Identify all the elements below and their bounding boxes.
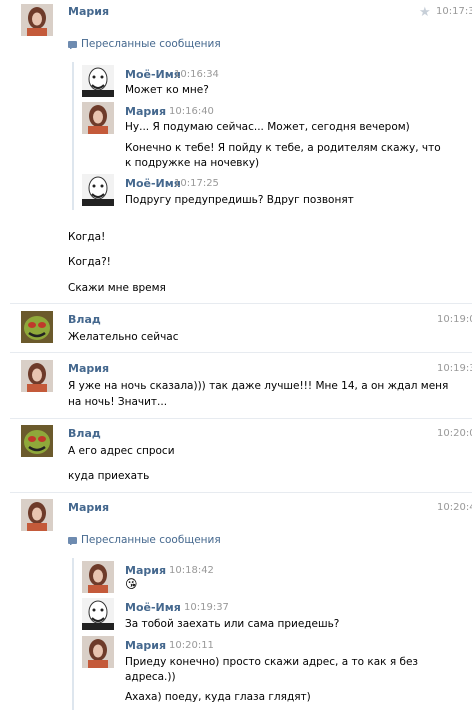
forwarded-time: 10:16:40 bbox=[169, 106, 214, 117]
forwarded-time: 10:19:37 bbox=[184, 602, 229, 613]
message-text: А его адрес спроси bbox=[68, 445, 175, 457]
avatar-vlad-image bbox=[21, 311, 53, 343]
forwarded-text: Подругу предупредишь? Вдруг позвонят bbox=[125, 194, 354, 206]
avatar-maria[interactable] bbox=[82, 102, 114, 134]
avatar-moe-imya-image bbox=[82, 598, 114, 630]
message-time[interactable]: 10:20:0 bbox=[437, 428, 472, 439]
message-author[interactable]: Влад bbox=[68, 313, 101, 326]
message-author[interactable]: Влад bbox=[68, 427, 101, 440]
avatar-maria[interactable] bbox=[21, 4, 53, 36]
forwarded-text: Ахаха) поеду, куда глаза глядят) bbox=[125, 691, 311, 703]
message-divider bbox=[10, 492, 472, 493]
message-text: на ночь! Значит... bbox=[68, 396, 168, 408]
message-time[interactable]: 10:20:4 bbox=[437, 502, 472, 513]
forwarded-label[interactable]: Пересланные сообщения bbox=[81, 534, 221, 546]
avatar-maria-image bbox=[21, 360, 53, 392]
avatar-vlad[interactable] bbox=[21, 311, 53, 343]
forwarded-author[interactable]: Мария bbox=[125, 639, 166, 652]
forward-icon bbox=[68, 41, 77, 49]
forwarded-author[interactable]: Мария bbox=[125, 564, 166, 577]
message-divider bbox=[10, 352, 472, 353]
forwarded-time: 10:20:11 bbox=[169, 640, 214, 651]
avatar-maria-image bbox=[82, 102, 114, 134]
forwarded-text: к подружке на ночевку) bbox=[125, 157, 260, 169]
avatar-maria-image bbox=[82, 636, 114, 668]
message-author[interactable]: Мария bbox=[68, 362, 109, 375]
avatar-moe-imya[interactable] bbox=[82, 598, 114, 630]
forward-bar bbox=[72, 558, 74, 710]
avatar-maria[interactable] bbox=[21, 499, 53, 531]
forwarded-text: Может ко мне? bbox=[125, 84, 209, 96]
message-author[interactable]: Мария bbox=[68, 5, 109, 18]
message-divider bbox=[10, 303, 472, 304]
message-time[interactable]: 10:17:3 bbox=[436, 6, 472, 17]
avatar-maria[interactable] bbox=[82, 636, 114, 668]
avatar-maria[interactable] bbox=[82, 561, 114, 593]
forwarded-text: адреса.)) bbox=[125, 671, 176, 683]
kiss-emoji-icon: 😘 bbox=[125, 577, 138, 591]
message-time[interactable]: 10:19:3 bbox=[437, 363, 472, 374]
message-text: Я уже на ночь сказала))) так даже лучше!… bbox=[68, 380, 449, 392]
avatar-vlad-image bbox=[21, 425, 53, 457]
forwarded-text: Конечно к тебе! Я пойду к тебе, а родите… bbox=[125, 142, 441, 154]
forwarded-time: 10:18:42 bbox=[169, 565, 214, 576]
message-text: Скажи мне время bbox=[68, 282, 166, 294]
forwarded-author[interactable]: Моё-Имя bbox=[125, 601, 181, 614]
message-divider bbox=[10, 418, 472, 419]
avatar-moe-imya-image bbox=[82, 174, 114, 206]
message-time[interactable]: 10:19:0 bbox=[437, 314, 472, 325]
avatar-moe-imya[interactable] bbox=[82, 174, 114, 206]
avatar-maria-image bbox=[21, 499, 53, 531]
message-text: Желательно сейчас bbox=[68, 331, 179, 343]
forwarded-text: За тобой заехать или сама приедешь? bbox=[125, 618, 340, 630]
forwarded-text: Приеду конечно) просто скажи адрес, а то… bbox=[125, 656, 418, 668]
avatar-moe-imya[interactable] bbox=[82, 65, 114, 97]
forwarded-label[interactable]: Пересланные сообщения bbox=[81, 38, 221, 50]
avatar-maria-image bbox=[21, 4, 53, 36]
avatar-moe-imya-image bbox=[82, 65, 114, 97]
forwarded-author[interactable]: Мария bbox=[125, 105, 166, 118]
forward-icon bbox=[68, 537, 77, 545]
forwarded-author[interactable]: Моё-Имя bbox=[125, 177, 181, 190]
forwarded-time: 10:16:34 bbox=[174, 69, 219, 80]
avatar-maria[interactable] bbox=[21, 360, 53, 392]
star-icon[interactable]: ★ bbox=[419, 5, 431, 20]
message-text: Когда?! bbox=[68, 256, 111, 268]
message-text: куда приехать bbox=[68, 470, 150, 482]
avatar-maria-image bbox=[82, 561, 114, 593]
avatar-vlad[interactable] bbox=[21, 425, 53, 457]
forwarded-text: Ну... Я подумаю сейчас... Может, сегодня… bbox=[125, 121, 410, 133]
forwarded-time: 10:17:25 bbox=[174, 178, 219, 189]
forwarded-author[interactable]: Моё-Имя bbox=[125, 68, 181, 81]
message-author[interactable]: Мария bbox=[68, 501, 109, 514]
forward-bar bbox=[72, 62, 74, 210]
message-text: Когда! bbox=[68, 231, 106, 243]
